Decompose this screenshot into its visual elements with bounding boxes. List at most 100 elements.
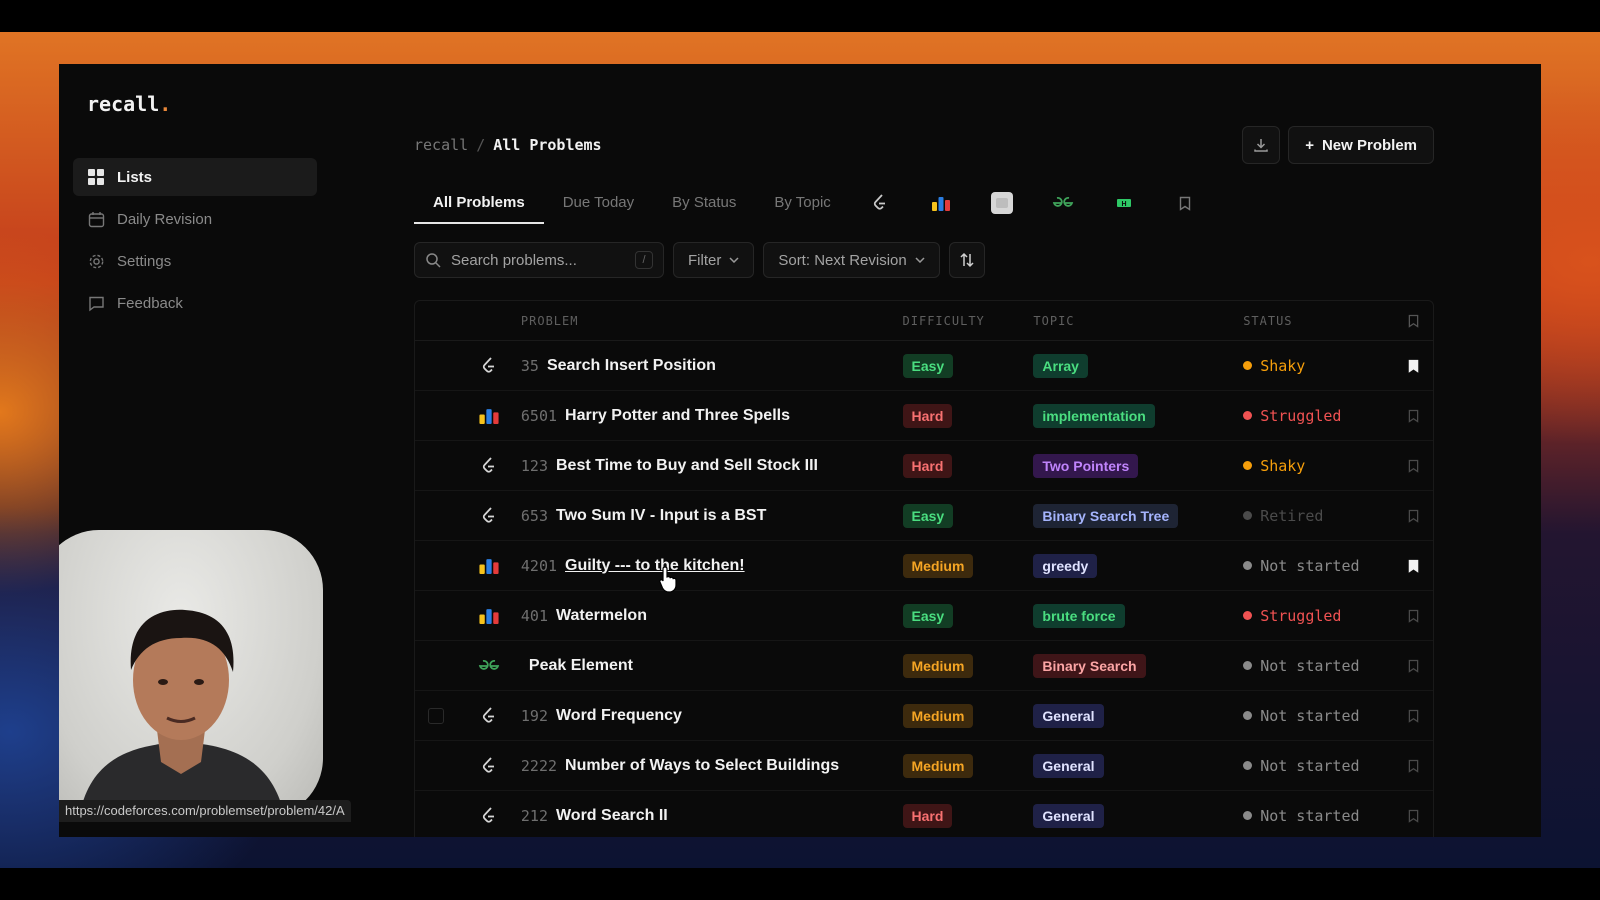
- sort-dropdown[interactable]: Sort: Next Revision: [763, 242, 940, 278]
- status-cell[interactable]: Not started: [1243, 557, 1393, 575]
- new-problem-button[interactable]: + New Problem: [1288, 126, 1434, 164]
- tab-hackerrank[interactable]: H: [1094, 182, 1155, 224]
- bookmark-button[interactable]: [1393, 759, 1433, 773]
- problem-cell[interactable]: 35 Search Insert Position: [521, 357, 903, 375]
- column-header-topic[interactable]: TOPIC: [1033, 314, 1243, 328]
- bookmark-button[interactable]: [1393, 659, 1433, 673]
- table-row[interactable]: 123 Best Time to Buy and Sell Stock III …: [415, 441, 1433, 491]
- tab-all-problems[interactable]: All Problems: [414, 182, 544, 224]
- problem-cell[interactable]: 2222 Number of Ways to Select Buildings: [521, 757, 903, 775]
- tab-due-today[interactable]: Due Today: [544, 182, 653, 224]
- bookmark-button[interactable]: [1393, 609, 1433, 623]
- tab-by-status[interactable]: By Status: [653, 182, 755, 224]
- status-label: Not started: [1260, 656, 1360, 675]
- problem-cell[interactable]: 401 Watermelon: [521, 607, 903, 625]
- column-header-problem[interactable]: PROBLEM: [521, 314, 903, 328]
- problem-title[interactable]: Best Time to Buy and Sell Stock III: [556, 457, 818, 475]
- leetcode-icon: [457, 356, 521, 375]
- sidebar-item-label: Settings: [117, 252, 172, 270]
- topic-badge[interactable]: Two Pointers: [1033, 453, 1139, 478]
- topic-badge[interactable]: General: [1033, 803, 1104, 828]
- problem-title[interactable]: Number of Ways to Select Buildings: [565, 757, 839, 775]
- problem-cell[interactable]: Peak Element: [521, 657, 903, 675]
- problem-title[interactable]: Word Search II: [556, 807, 668, 825]
- tab-leetcode[interactable]: [850, 182, 911, 224]
- status-cell[interactable]: Struggled: [1243, 607, 1393, 625]
- tab-by-topic[interactable]: By Topic: [755, 182, 849, 224]
- leetcode-icon: [457, 756, 521, 775]
- bookmark-button[interactable]: [1393, 509, 1433, 523]
- problem-cell[interactable]: 6501 Harry Potter and Three Spells: [521, 407, 903, 425]
- problem-title[interactable]: Search Insert Position: [547, 357, 716, 375]
- problem-cell[interactable]: 4201 Guilty --- to the kitchen!: [521, 557, 903, 575]
- download-button[interactable]: [1242, 126, 1281, 164]
- chevron-down-icon: [729, 257, 739, 263]
- table-row[interactable]: 192 Word Frequency Medium General Not st…: [415, 691, 1433, 741]
- topic-badge[interactable]: Array: [1033, 353, 1088, 378]
- table-row[interactable]: 212 Word Search II Hard General Not star…: [415, 791, 1433, 837]
- topic-badge[interactable]: brute force: [1033, 603, 1125, 628]
- problem-title[interactable]: Guilty --- to the kitchen!: [565, 557, 745, 575]
- app-logo[interactable]: recall.: [87, 92, 171, 116]
- bookmark-button[interactable]: [1393, 459, 1433, 473]
- difficulty-badge: Easy: [902, 503, 954, 528]
- bookmark-button[interactable]: [1393, 809, 1433, 823]
- column-header-difficulty[interactable]: DIFFICULTY: [903, 314, 1034, 328]
- sidebar-item-daily-revision[interactable]: Daily Revision: [73, 200, 317, 238]
- bookmark-icon: [1408, 314, 1418, 328]
- topic-badge[interactable]: General: [1033, 703, 1104, 728]
- column-header-status[interactable]: STATUS: [1243, 314, 1393, 328]
- row-checkbox[interactable]: [427, 707, 444, 724]
- status-cell[interactable]: Struggled: [1243, 407, 1393, 425]
- status-dot: [1243, 561, 1253, 570]
- tab-codeforces[interactable]: [911, 182, 972, 224]
- bookmark-button[interactable]: [1393, 559, 1433, 573]
- bookmark-button[interactable]: [1393, 709, 1433, 723]
- sort-label: Sort: Next Revision: [778, 251, 907, 269]
- status-cell[interactable]: Not started: [1243, 757, 1393, 775]
- filter-dropdown[interactable]: Filter: [673, 242, 755, 278]
- table-row[interactable]: 2222 Number of Ways to Select Buildings …: [415, 741, 1433, 791]
- topic-badge[interactable]: greedy: [1033, 553, 1098, 578]
- breadcrumb-root[interactable]: recall: [414, 136, 468, 154]
- table-row[interactable]: Peak Element Medium Binary Search Not st…: [415, 641, 1433, 691]
- search-input[interactable]: Search problems... /: [414, 242, 664, 278]
- sidebar-item-lists[interactable]: Lists: [73, 158, 317, 196]
- problem-title[interactable]: Harry Potter and Three Spells: [565, 407, 790, 425]
- bookmark-button[interactable]: [1393, 409, 1433, 423]
- status-cell[interactable]: Shaky: [1243, 357, 1393, 375]
- tab-geeksforgeeks[interactable]: [1033, 182, 1094, 224]
- problem-cell[interactable]: 212 Word Search II: [521, 807, 903, 825]
- status-cell[interactable]: Not started: [1243, 807, 1393, 825]
- topic-badge[interactable]: General: [1033, 753, 1104, 778]
- table-row[interactable]: 653 Two Sum IV - Input is a BST Easy Bin…: [415, 491, 1433, 541]
- tab-gfg-practice[interactable]: [972, 182, 1033, 224]
- table-row[interactable]: 401 Watermelon Easy brute force Struggle…: [415, 591, 1433, 641]
- table-row[interactable]: 35 Search Insert Position Easy Array Sha…: [415, 341, 1433, 391]
- topic-badge[interactable]: Binary Search Tree: [1033, 503, 1179, 528]
- sort-direction-button[interactable]: [948, 242, 985, 278]
- sidebar-item-feedback[interactable]: Feedback: [73, 284, 317, 322]
- problem-cell[interactable]: 653 Two Sum IV - Input is a BST: [521, 507, 903, 525]
- status-cell[interactable]: Retired: [1243, 507, 1393, 525]
- problem-cell[interactable]: 192 Word Frequency: [521, 707, 903, 725]
- status-cell[interactable]: Not started: [1243, 707, 1393, 725]
- problem-title[interactable]: Peak Element: [529, 657, 633, 675]
- table-row[interactable]: 6501 Harry Potter and Three Spells Hard …: [415, 391, 1433, 441]
- problem-title[interactable]: Two Sum IV - Input is a BST: [556, 507, 766, 525]
- status-label: Struggled: [1260, 606, 1342, 625]
- status-cell[interactable]: Not started: [1243, 657, 1393, 675]
- table-row[interactable]: 4201 Guilty --- to the kitchen! Medium g…: [415, 541, 1433, 591]
- sidebar-item-settings[interactable]: Settings: [73, 242, 317, 280]
- problem-cell[interactable]: 123 Best Time to Buy and Sell Stock III: [521, 457, 903, 475]
- topic-badge[interactable]: Binary Search: [1033, 653, 1146, 678]
- problem-title[interactable]: Watermelon: [556, 607, 647, 625]
- status-cell[interactable]: Shaky: [1243, 457, 1393, 475]
- topic-badge[interactable]: implementation: [1033, 403, 1155, 428]
- topic-cell: implementation: [1033, 403, 1243, 428]
- problem-title[interactable]: Word Frequency: [556, 707, 682, 725]
- row-select-cell[interactable]: [415, 707, 457, 724]
- tab-bookmarks[interactable]: [1155, 182, 1216, 224]
- bookmark-button[interactable]: [1393, 359, 1433, 373]
- column-header-bookmark[interactable]: [1393, 314, 1433, 328]
